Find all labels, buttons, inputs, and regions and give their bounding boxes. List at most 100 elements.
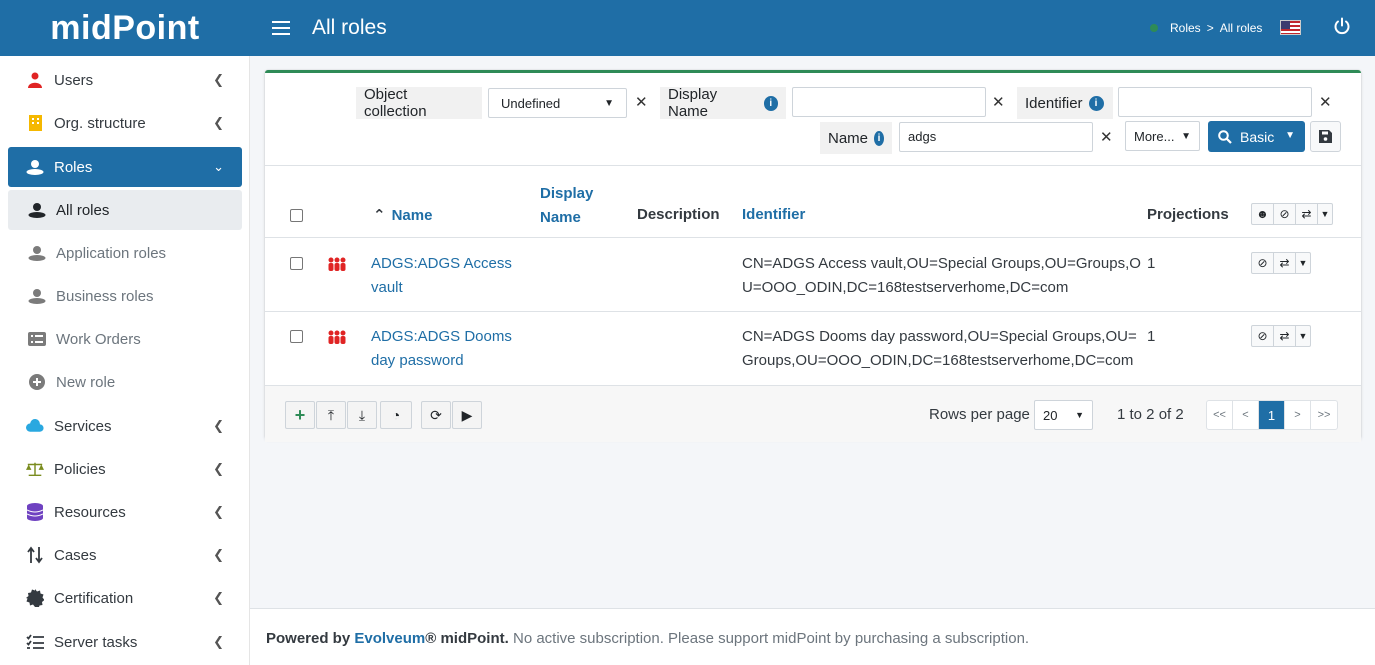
add-icon[interactable]: + xyxy=(285,401,315,429)
sidebar-item-label: Users xyxy=(54,71,94,89)
identifier-header[interactable]: Identifier xyxy=(742,206,805,223)
row-checkbox[interactable] xyxy=(290,257,303,270)
sidebar-item-label: New role xyxy=(56,373,116,391)
caret-down-icon[interactable]: ▼ xyxy=(1296,253,1310,273)
chevron-left-icon: ❮ xyxy=(213,418,224,433)
caret-down-icon[interactable]: ▼ xyxy=(1285,130,1295,141)
clear-name-icon[interactable]: ✕ xyxy=(1100,128,1113,146)
record-count: 1 to 2 of 2 xyxy=(1117,406,1184,423)
power-icon[interactable] xyxy=(1333,17,1351,35)
page-1-button[interactable]: 1 xyxy=(1259,401,1285,429)
sidebar-item-new-role[interactable]: New role xyxy=(8,362,242,402)
projections-cell: 1 xyxy=(1147,255,1156,272)
roles-table-card: Object collection Undefined ▼ ✕ Display … xyxy=(265,70,1361,442)
object-collection-label: Object collection xyxy=(356,86,482,120)
more-dropdown[interactable]: More... ▼ xyxy=(1125,121,1200,151)
name-input[interactable]: adgs xyxy=(899,122,1093,152)
breadcrumb-separator: > xyxy=(1206,21,1214,35)
chevron-down-icon: ▼ xyxy=(604,97,614,109)
sidebar-item-label: Policies xyxy=(54,460,106,478)
sidebar-item-server-tasks[interactable]: Server tasks ❮ xyxy=(8,622,242,662)
balance-scale-icon xyxy=(26,460,44,478)
breadcrumb: Roles > All roles xyxy=(1150,21,1262,35)
select-all-checkbox[interactable] xyxy=(290,209,303,222)
sidebar-item-cases[interactable]: Cases ❮ xyxy=(8,535,242,575)
object-collection-select[interactable]: Undefined ▼ xyxy=(488,88,627,118)
next-page-button[interactable]: > xyxy=(1285,401,1311,429)
caret-down-icon[interactable]: ▼ xyxy=(1296,326,1310,346)
sidebar-item-services[interactable]: Services ❮ xyxy=(8,406,242,446)
sidebar-item-application-roles[interactable]: Application roles xyxy=(8,233,242,273)
database-icon xyxy=(26,503,44,521)
search-panel: Object collection Undefined ▼ ✕ Display … xyxy=(265,73,1361,166)
sidebar-item-business-roles[interactable]: Business roles xyxy=(8,276,242,316)
display-name-header[interactable]: Display Name xyxy=(540,182,593,230)
assign-role-icon[interactable]: ☻ xyxy=(1252,204,1274,224)
rows-per-page-select[interactable]: 20 ▼ xyxy=(1034,400,1093,430)
info-icon[interactable]: i xyxy=(874,130,884,146)
hamburger-menu-icon[interactable] xyxy=(272,17,290,39)
more-label: More... xyxy=(1134,128,1175,144)
brand-logo[interactable]: midPoint xyxy=(0,0,250,56)
role-group-icon xyxy=(328,330,346,344)
new-report-icon[interactable]: ◔ xyxy=(380,401,412,429)
cases-arrows-icon xyxy=(26,546,44,564)
object-collection-value: Undefined xyxy=(501,95,561,111)
certificate-icon xyxy=(26,589,44,607)
top-bar: midPoint All roles Roles > All roles xyxy=(0,0,1375,56)
description-header: Description xyxy=(637,206,720,223)
import-icon[interactable]: ⤒ xyxy=(316,401,346,429)
display-name-header-line2: Name xyxy=(540,209,581,226)
clear-display-name-icon[interactable]: ✕ xyxy=(992,93,1005,111)
chevron-left-icon: ❮ xyxy=(213,590,224,605)
sidebar-item-certification[interactable]: Certification ❮ xyxy=(8,578,242,618)
evolveum-link[interactable]: Evolveum xyxy=(354,630,425,647)
role-name-line1: ADGS:ADGS Dooms xyxy=(371,328,512,345)
display-name-label: Display Name i xyxy=(660,86,786,120)
user-icon xyxy=(26,71,44,89)
sidebar-item-roles[interactable]: Roles ⌄ xyxy=(8,147,242,187)
display-name-input[interactable] xyxy=(792,87,986,117)
identifier-input[interactable] xyxy=(1118,87,1312,117)
name-label-text: Name xyxy=(828,129,869,147)
basic-search-button[interactable]: Basic ▼ xyxy=(1208,121,1305,152)
play-icon[interactable]: ▶ xyxy=(452,401,482,429)
first-page-button[interactable]: << xyxy=(1207,401,1233,429)
export-icon[interactable]: ⤓ xyxy=(347,401,377,429)
unassign-role-icon[interactable]: ⊘ xyxy=(1252,253,1274,273)
exchange-icon[interactable]: ⇄ xyxy=(1296,204,1318,224)
unassign-role-icon[interactable]: ⊘ xyxy=(1252,326,1274,346)
sidebar-item-work-orders[interactable]: Work Orders xyxy=(8,319,242,359)
row-checkbox[interactable] xyxy=(290,330,303,343)
refresh-icon[interactable]: ⟳ xyxy=(421,401,451,429)
caret-down-icon: ▼ xyxy=(1181,130,1191,142)
sidebar-item-org-structure[interactable]: Org. structure ❮ xyxy=(8,103,242,143)
exchange-icon[interactable]: ⇄ xyxy=(1274,326,1296,346)
sidebar-item-policies[interactable]: Policies ❮ xyxy=(8,449,242,489)
sidebar-item-label: All roles xyxy=(56,201,110,219)
save-search-button[interactable] xyxy=(1310,121,1341,152)
last-page-button[interactable]: >> xyxy=(1311,401,1337,429)
info-icon[interactable]: i xyxy=(763,95,778,111)
sort-name-header[interactable]: ⌃ Name xyxy=(373,206,432,224)
unassign-role-icon[interactable]: ⊘ xyxy=(1274,204,1296,224)
info-icon[interactable]: i xyxy=(1088,95,1104,111)
previous-page-button[interactable]: < xyxy=(1233,401,1259,429)
table-footer: + ⤒ ⤓ ◔ ⟳ ▶ Rows per page 20 ▼ 1 to 2 of… xyxy=(265,385,1361,442)
sidebar-item-resources[interactable]: Resources ❮ xyxy=(8,492,242,532)
language-flag-icon[interactable] xyxy=(1280,20,1301,35)
sidebar-item-label: Application roles xyxy=(56,244,167,262)
role-name-link[interactable]: ADGS:ADGS Dooms day password xyxy=(371,325,512,373)
sidebar-item-label: Business roles xyxy=(56,287,154,305)
breadcrumb-roles[interactable]: Roles xyxy=(1170,21,1201,35)
rows-per-page-label: Rows per page xyxy=(929,406,1030,423)
caret-down-icon[interactable]: ▼ xyxy=(1318,204,1332,224)
tasks-list-icon xyxy=(26,633,44,651)
exchange-icon[interactable]: ⇄ xyxy=(1274,253,1296,273)
role-name-link[interactable]: ADGS:ADGS Access vault xyxy=(371,252,512,300)
breadcrumb-icon xyxy=(1150,24,1158,32)
clear-object-collection-icon[interactable]: ✕ xyxy=(635,93,648,111)
sidebar-item-users[interactable]: Users ❮ xyxy=(8,60,242,100)
clear-identifier-icon[interactable]: ✕ xyxy=(1319,93,1332,111)
sidebar-item-all-roles[interactable]: All roles xyxy=(8,190,242,230)
